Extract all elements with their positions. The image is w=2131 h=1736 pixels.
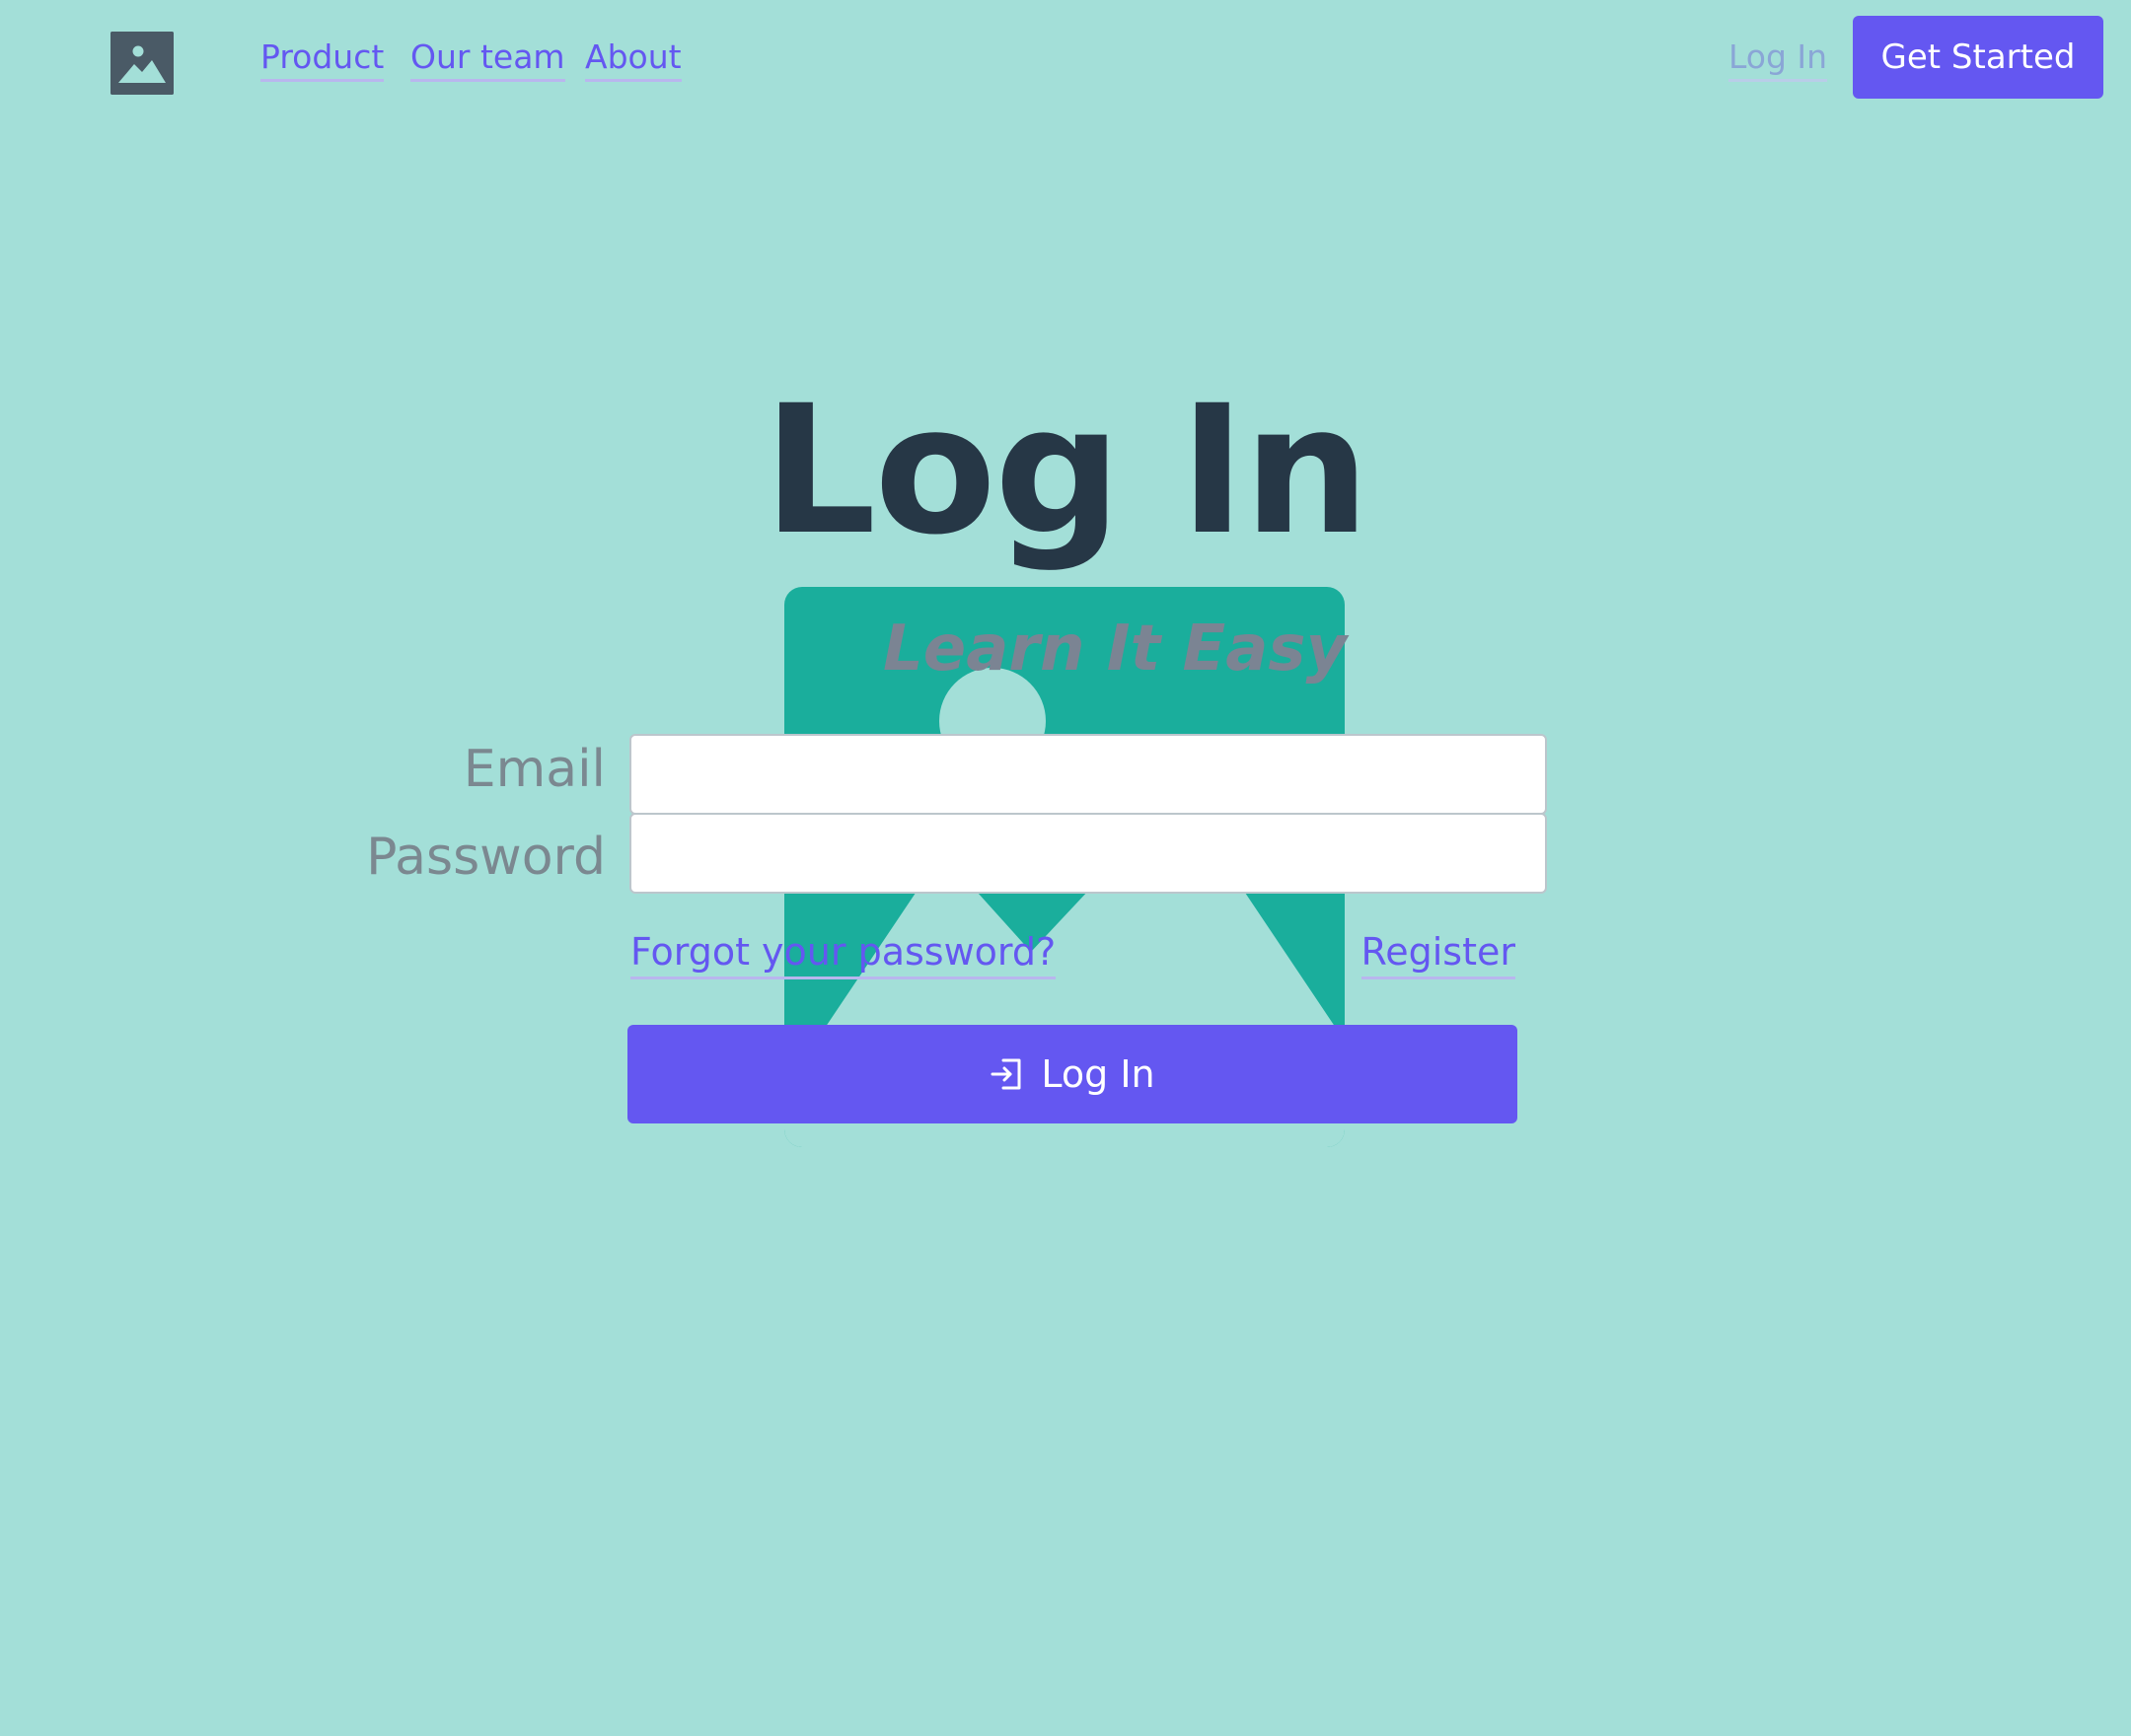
- email-label: Email: [463, 740, 606, 799]
- header-login-link[interactable]: Log In: [1728, 36, 1828, 82]
- page-title: Log In: [763, 368, 1370, 574]
- login-button-label: Log In: [1041, 1052, 1155, 1096]
- illustration-caption: Learn It Easy: [883, 613, 1348, 686]
- email-input[interactable]: [629, 734, 1547, 815]
- password-input[interactable]: [629, 813, 1547, 894]
- nav-link-about[interactable]: About: [585, 36, 682, 82]
- nav-link-our-team[interactable]: Our team: [410, 36, 565, 82]
- login-icon: [990, 1057, 1023, 1091]
- password-label: Password: [366, 828, 606, 887]
- nav-link-product[interactable]: Product: [260, 36, 385, 82]
- get-started-button[interactable]: Get Started: [1853, 16, 2103, 99]
- register-link[interactable]: Register: [1360, 927, 1515, 979]
- logo-icon[interactable]: [110, 32, 174, 95]
- forgot-password-link[interactable]: Forgot your password?: [630, 927, 1057, 979]
- login-button[interactable]: Log In: [627, 1025, 1517, 1123]
